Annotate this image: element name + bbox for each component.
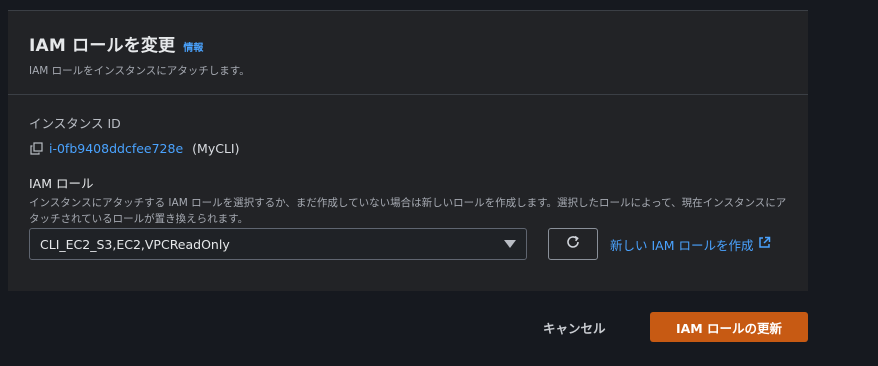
info-link[interactable]: 情報 — [183, 39, 203, 54]
instance-name: (MyCLI) — [192, 141, 240, 156]
instance-id-label: インスタンス ID — [29, 116, 121, 131]
external-link-icon — [758, 236, 771, 252]
instance-id-link[interactable]: i-0fb9408ddcfee728e — [49, 141, 183, 156]
iam-role-description: インスタンスにアタッチする IAM ロールを選択するか、まだ作成していない場合は… — [29, 197, 787, 225]
panel-description: IAM ロールをインスタンスにアタッチします。 — [29, 65, 250, 77]
iam-role-selected-value: CLI_EC2_S3,EC2,VPCReadOnly — [40, 236, 230, 252]
update-iam-role-button[interactable]: IAM ロールの更新 — [650, 312, 808, 342]
instance-id-row: i-0fb9408ddcfee728e (MyCLI) — [29, 141, 787, 156]
iam-role-label: IAM ロール — [29, 176, 94, 191]
refresh-button[interactable] — [548, 228, 598, 260]
iam-role-controls: CLI_EC2_S3,EC2,VPCReadOnly 新しい IAM ロールを作… — [29, 228, 771, 260]
cancel-button[interactable]: キャンセル — [543, 318, 606, 337]
create-iam-role-label: 新しい IAM ロールを作成 — [610, 237, 754, 253]
create-iam-role-link[interactable]: 新しい IAM ロールを作成 — [610, 235, 771, 254]
modify-iam-role-panel: IAM ロールを変更 情報 IAM ロールをインスタンスにアタッチします。 イン… — [8, 10, 808, 291]
title-row: IAM ロールを変更 情報 — [29, 31, 787, 56]
caret-down-icon — [504, 240, 516, 248]
iam-role-select[interactable]: CLI_EC2_S3,EC2,VPCReadOnly — [29, 228, 527, 260]
refresh-icon — [565, 234, 581, 254]
panel-header: IAM ロールを変更 情報 IAM ロールをインスタンスにアタッチします。 — [8, 11, 808, 95]
panel-body: インスタンス ID i-0fb9408ddcfee728e (MyCLI) IA… — [8, 95, 808, 227]
page-title: IAM ロールを変更 — [29, 36, 176, 56]
copy-icon[interactable] — [29, 142, 43, 156]
modify-iam-role-page: IAM ロールを変更 情報 IAM ロールをインスタンスにアタッチします。 イン… — [0, 0, 878, 366]
